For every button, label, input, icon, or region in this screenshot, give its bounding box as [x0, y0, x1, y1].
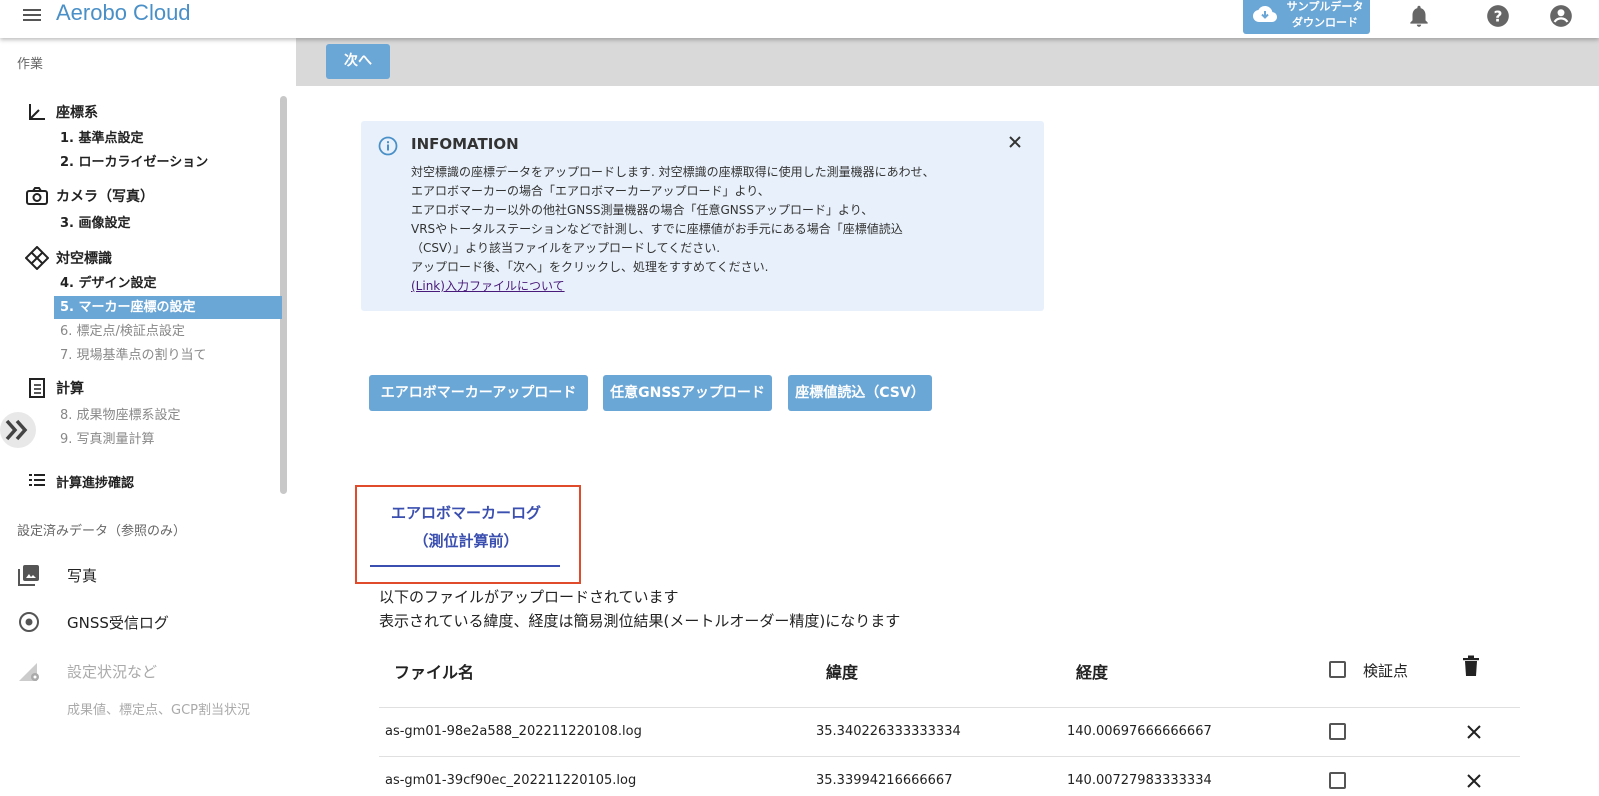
double-chevron-right-icon	[5, 419, 28, 441]
checkpoint-checkbox[interactable]	[1329, 723, 1346, 740]
marker-diamond-icon	[24, 246, 50, 270]
aerobo-marker-upload-button[interactable]: エアロボマーカーアップロード	[369, 375, 588, 411]
column-header-filename: ファイル名	[394, 663, 475, 682]
tab-label-line1: エアロボマーカーログ	[390, 504, 541, 522]
gnss-icon	[17, 611, 41, 633]
sidebar-collapse-button[interactable]	[0, 412, 36, 448]
sidebar-group-marker[interactable]: 対空標識	[24, 246, 112, 270]
info-line: エアロボマーカー以外の他社GNSS測量機器の場合「任意GNSSアップロード」より…	[411, 203, 874, 217]
sidebar-ref-sublabel: 成果値、標定点、GCP割当状況	[67, 703, 250, 718]
column-header-latitude: 緯度	[826, 663, 859, 682]
sidebar-item-photogrammetry-calc[interactable]: 9. 写真測量計算	[54, 428, 282, 451]
input-file-info-link[interactable]: (Link)入力ファイルについて	[411, 277, 935, 296]
sidebar-item-image-settings[interactable]: 3. 画像設定	[54, 212, 282, 235]
cell-filename: as-gm01-39cf90ec_202211220105.log	[385, 773, 637, 788]
cell-filename: as-gm01-98e2a588_202211220108.log	[385, 724, 642, 739]
sidebar-item-marker-coordinates[interactable]: 5. マーカー座標の設定	[54, 296, 282, 319]
info-line: （CSV）」より該当ファイルをアップロードしてください.	[411, 241, 721, 255]
info-icon	[378, 136, 398, 156]
menu-icon[interactable]	[20, 6, 44, 26]
tab-aerobo-marker-log[interactable]: エアロボマーカーログ （測位計算前）	[371, 499, 561, 555]
sidebar-group-calculation[interactable]: 計算	[24, 376, 84, 400]
sidebar-ref-label: 写真	[67, 566, 98, 585]
sidebar-ref-settings-status[interactable]: 設定状況など	[17, 656, 157, 686]
info-line: VRSやトータルステーションなどで計測し、すでに座標値がお手元にある場合「座標値…	[411, 222, 903, 236]
close-icon[interactable]	[1006, 133, 1024, 151]
checkpoint-checkbox[interactable]	[1329, 772, 1346, 789]
top-app-bar: Aerobo Cloud サンプルデータ ダウンロード ?	[0, 0, 1599, 38]
sidebar-group-label: 計算	[56, 381, 84, 397]
column-header-checkpoint: 検証点	[1363, 662, 1409, 680]
sidebar-group-label: カメラ（写真）	[56, 189, 154, 205]
highlight-box: エアロボマーカーログ （測位計算前）	[355, 485, 581, 584]
cell-latitude: 35.33994216666667	[816, 773, 953, 788]
info-title: INFOMATION	[411, 135, 519, 153]
info-body: 対空標識の座標データをアップロードします. 対空標識の座標取得に使用した測量機器…	[411, 163, 935, 296]
bell-icon[interactable]	[1406, 3, 1432, 29]
delete-all-icon[interactable]	[1462, 655, 1480, 677]
info-line: 対空標識の座標データをアップロードします. 対空標識の座標取得に使用した測量機器…	[411, 165, 935, 179]
sidebar-ref-label: GNSS受信ログ	[67, 613, 169, 632]
sidebar-item-gcp-checkpoints[interactable]: 6. 標定点/検証点設定	[54, 320, 282, 343]
tab-indicator	[370, 565, 560, 567]
axis-icon	[24, 100, 50, 124]
tab-label-line2: （測位計算前）	[413, 532, 519, 550]
sidebar-section-work: 作業	[17, 57, 44, 72]
sidebar: 作業 座標系 1. 基準点設定 2. ローカライゼーション カメラ（写真） 3.…	[0, 38, 296, 796]
info-line: エアロボマーカーの場合「エアロボマーカーアップロード」より、	[411, 184, 770, 198]
sidebar-item-reference-point[interactable]: 1. 基準点設定	[54, 127, 282, 150]
column-header-longitude: 経度	[1076, 663, 1109, 682]
sidebar-item-site-reference-assign[interactable]: 7. 現場基準点の割り当て	[54, 344, 282, 367]
calc-list-icon	[24, 376, 50, 400]
sidebar-group-coordinate[interactable]: 座標系	[24, 100, 98, 124]
sidebar-item-output-coordinate-system[interactable]: 8. 成果物座標系設定	[54, 404, 282, 427]
info-alert: INFOMATION 対空標識の座標データをアップロードします. 対空標識の座標…	[361, 121, 1044, 311]
action-toolbar	[296, 38, 1599, 86]
camera-icon	[24, 184, 50, 208]
sidebar-group-progress[interactable]: 計算進捗確認	[24, 472, 134, 490]
table-divider	[379, 707, 1520, 708]
help-icon[interactable]: ?	[1485, 3, 1511, 29]
sidebar-ref-photo[interactable]: 写真	[17, 560, 97, 590]
sidebar-section-reference: 設定済みデータ（参照のみ）	[17, 524, 187, 539]
sidebar-group-label: 座標系	[56, 105, 98, 121]
cell-latitude: 35.340226333333334	[816, 724, 961, 739]
sidebar-item-design-settings[interactable]: 4. デザイン設定	[54, 272, 282, 295]
app-title[interactable]: Aerobo Cloud	[56, 0, 191, 26]
info-line: アップロード後、「次へ」をクリックし、処理をすすめてください.	[411, 260, 769, 274]
table-divider	[379, 756, 1520, 757]
sidebar-item-localization[interactable]: 2. ローカライゼーション	[54, 151, 282, 174]
sidebar-group-camera[interactable]: カメラ（写真）	[24, 184, 154, 208]
close-icon[interactable]	[1465, 723, 1483, 741]
cloud-download-icon	[1253, 6, 1277, 22]
svg-text:?: ?	[1494, 7, 1503, 25]
gnss-upload-button[interactable]: 任意GNSSアップロード	[603, 375, 772, 411]
close-icon[interactable]	[1465, 772, 1483, 790]
cell-longitude: 140.00727983333334	[1067, 773, 1212, 788]
sample-data-download-button[interactable]: サンプルデータ ダウンロード	[1243, 0, 1370, 34]
next-button[interactable]: 次へ	[326, 44, 390, 79]
sidebar-ref-label: 設定状況など	[67, 662, 158, 681]
settings-status-icon	[17, 659, 41, 683]
select-all-checkbox[interactable]	[1329, 661, 1346, 678]
uploaded-files-description: 以下のファイルがアップロードされています	[379, 588, 679, 606]
photo-icon	[17, 564, 41, 586]
cell-longitude: 140.00697666666667	[1067, 724, 1212, 739]
sidebar-group-label: 計算進捗確認	[56, 475, 135, 491]
download-button-label: サンプルデータ ダウンロード	[1286, 0, 1364, 29]
account-icon[interactable]	[1548, 3, 1574, 29]
csv-coordinate-import-button[interactable]: 座標値読込（CSV）	[788, 375, 932, 411]
progress-list-icon	[24, 472, 50, 490]
precision-note: 表示されている緯度、経度は簡易測位結果(メートルオーダー精度)になります	[379, 612, 901, 630]
sidebar-ref-gnss-log[interactable]: GNSS受信ログ	[17, 607, 169, 637]
sidebar-group-label: 対空標識	[56, 251, 112, 267]
